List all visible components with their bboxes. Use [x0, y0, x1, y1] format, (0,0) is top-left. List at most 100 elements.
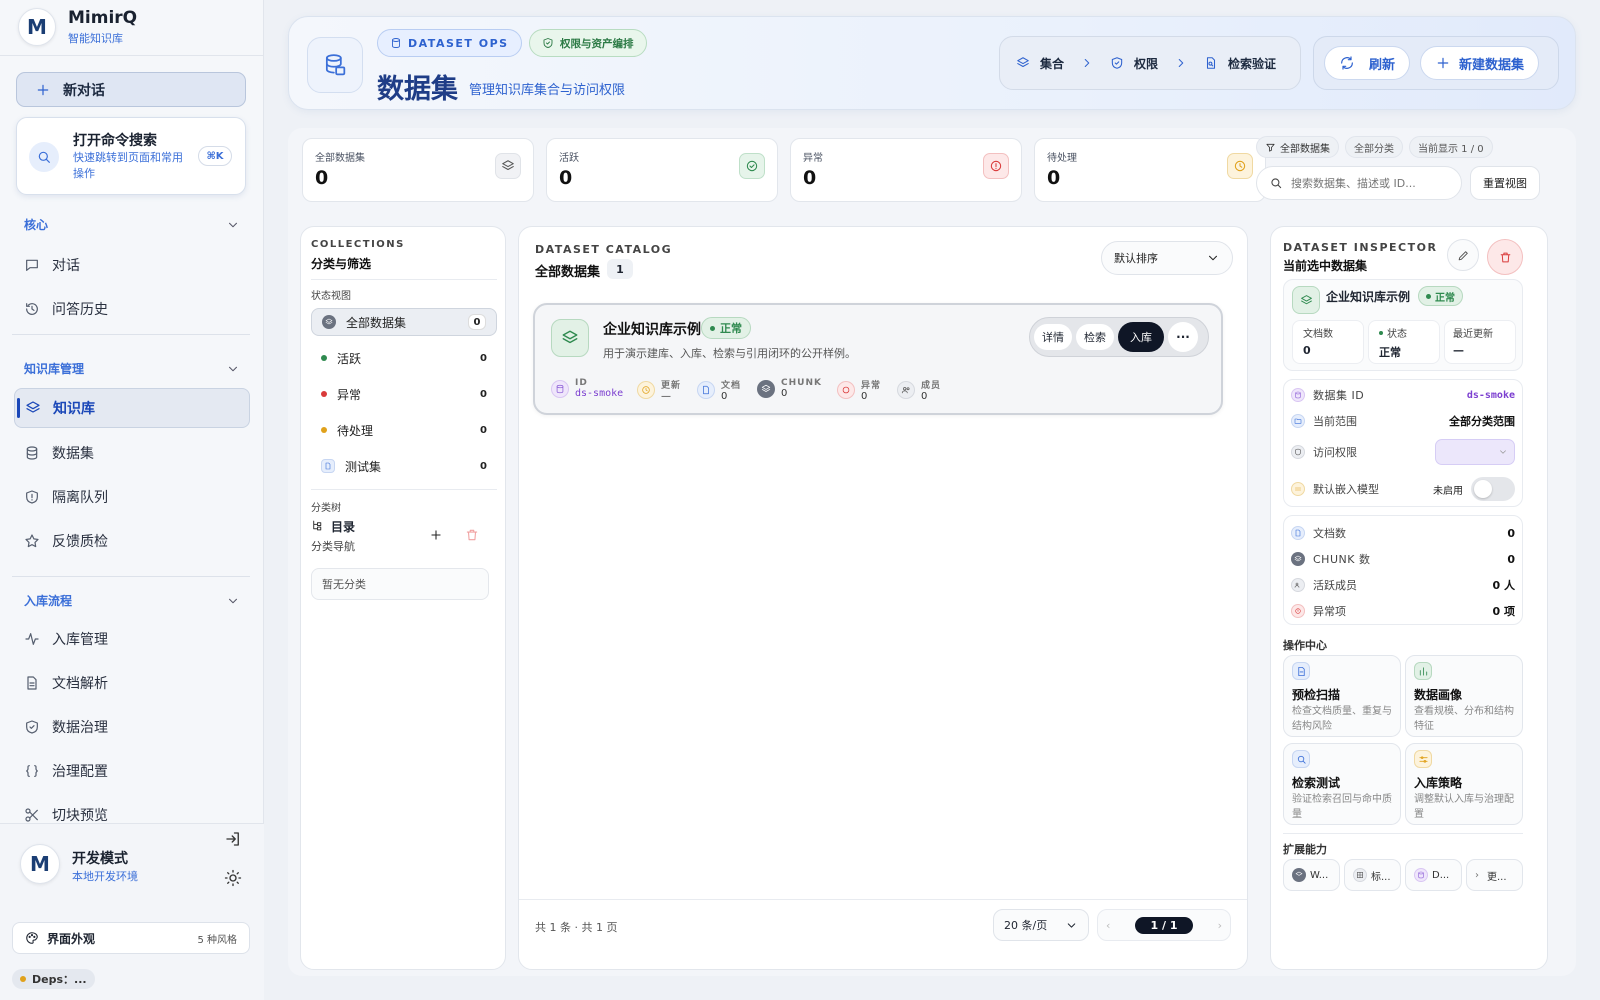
row-access: 访问权限 [1291, 439, 1515, 465]
nav-knowledge-base[interactable]: 知识库 [14, 388, 250, 428]
nav-chat[interactable]: 对话 [24, 247, 240, 283]
deps-badge[interactable]: Deps：... [12, 969, 95, 989]
next-page-icon[interactable]: › [1218, 919, 1222, 932]
op-data-profile[interactable]: 数据画像 查看规模、分布和结构特征 [1405, 655, 1523, 737]
collection-item-error[interactable]: 异常 0 [311, 380, 497, 408]
op-ingest-policy[interactable]: 入库策略 调整默认入库与治理配置 [1405, 743, 1523, 825]
new-dataset-button[interactable]: 新建数据集 [1420, 46, 1540, 80]
chevron-down-icon [1208, 255, 1218, 261]
trash-icon[interactable] [465, 528, 479, 542]
sort-dropdown[interactable]: 默认排序 [1101, 241, 1233, 275]
more-icon[interactable]: ··· [1168, 322, 1198, 352]
nav-doc-parse[interactable]: 文档解析 [24, 665, 240, 701]
stat-card-active[interactable]: 活跃 0 [546, 138, 778, 202]
op-desc: 检查文档质量、重复与结构风险 [1292, 706, 1392, 732]
refresh-icon [1341, 56, 1353, 70]
inspector-panel: DATASET INSPECTOR 当前选中数据集 企业知识库示例 正常 文档数… [1270, 226, 1548, 970]
plus-icon[interactable] [429, 528, 443, 542]
collection-item-pending[interactable]: 待处理 0 [311, 416, 497, 444]
layers-icon [1292, 868, 1306, 882]
nav-gov-config[interactable]: 治理配置 [24, 753, 240, 789]
stat-value: 0 [1047, 167, 1061, 189]
section-ingest-header[interactable]: 入库流程 [24, 592, 240, 609]
nav-history[interactable]: 问答历史 [24, 291, 240, 327]
tree-icon [313, 520, 322, 531]
nav-label: 文档解析 [52, 676, 108, 692]
extension-w[interactable]: W... [1283, 859, 1340, 891]
delete-icon[interactable] [1487, 239, 1523, 275]
section-label: 知识库管理 [24, 362, 85, 376]
crumb-collections[interactable]: 集合 [1040, 55, 1064, 72]
crumb-permissions[interactable]: 权限 [1134, 55, 1158, 72]
nav-ingest[interactable]: 入库管理 [24, 621, 240, 657]
row-value: 全部分类范围 [1449, 415, 1515, 428]
meta-key: 文档 [721, 381, 742, 391]
empty-categories: 暂无分类 [311, 568, 489, 600]
crumb-retrieval[interactable]: 检索验证 [1228, 55, 1276, 72]
prev-page-icon[interactable]: ‹ [1106, 919, 1110, 932]
search-icon [1271, 178, 1282, 189]
stat-card-all[interactable]: 全部数据集 0 [302, 138, 534, 202]
row-key: 文档数 [1313, 527, 1346, 540]
extension-more[interactable]: › 更... [1466, 859, 1523, 891]
deps-label: Deps：... [32, 973, 87, 986]
stat-value: 0 [803, 167, 817, 189]
stat-card-error[interactable]: 异常 0 [790, 138, 1022, 202]
collection-item-all[interactable]: 全部数据集 0 [311, 308, 497, 336]
row-key: 当前范围 [1313, 415, 1357, 428]
page-size-select[interactable]: 20 条/页 [993, 909, 1089, 941]
op-retrieval-test[interactable]: 检索测试 验证检索召回与命中质量 [1283, 743, 1401, 825]
collection-item-testset[interactable]: 测试集 0 [311, 452, 497, 480]
chevron-right-icon [1178, 58, 1184, 68]
section-kb-header[interactable]: 知识库管理 [24, 360, 240, 377]
embedding-toggle[interactable] [1471, 477, 1515, 501]
panel-title: 当前选中数据集 [1283, 259, 1368, 273]
sort-label: 默认排序 [1114, 252, 1158, 265]
section-core-header[interactable]: 核心 [24, 216, 240, 233]
palette-icon [26, 932, 38, 944]
collection-count: 0 [480, 388, 487, 400]
sun-icon[interactable] [224, 869, 242, 887]
new-chat-button[interactable]: 新对话 [16, 72, 246, 107]
stat-card-pending[interactable]: 待处理 0 [1034, 138, 1266, 202]
layers-icon [26, 401, 40, 413]
nav-quarantine[interactable]: 隔离队列 [24, 479, 240, 515]
dataset-desc: 用于演示建库、入库、检索与引用闭环的公开样例。 [603, 347, 856, 360]
ingest-button[interactable]: 入库 [1118, 322, 1164, 352]
nav-datasets[interactable]: 数据集 [24, 435, 240, 471]
detail-button[interactable]: 详情 [1034, 324, 1072, 350]
meta-value: — [661, 391, 671, 402]
access-select[interactable] [1435, 439, 1515, 465]
collection-item-active[interactable]: 活跃 0 [311, 344, 497, 372]
extension-d[interactable]: D... [1405, 859, 1462, 891]
refresh-button[interactable]: 刷新 [1324, 46, 1411, 80]
command-search-card[interactable]: 打开命令搜索 快速跳转到页面和常用操作 ⌘K [16, 117, 246, 195]
star-icon [25, 534, 39, 548]
tree-subtitle: 分类导航 [311, 540, 355, 553]
collection-count: 0 [480, 460, 487, 472]
dataset-card[interactable]: 企业知识库示例 正常 用于演示建库、入库、检索与引用闭环的公开样例。 详情 检索… [533, 303, 1223, 415]
reset-view-button[interactable]: 重置视图 [1470, 166, 1540, 200]
appearance-button[interactable]: 界面外观 5 种风格 [12, 922, 250, 954]
op-title: 检索测试 [1292, 776, 1341, 790]
layers-icon [551, 319, 589, 357]
search-input[interactable] [1291, 176, 1451, 190]
brand-subtitle: 智能知识库 [68, 32, 123, 45]
status-badge: 正常 [1418, 286, 1463, 306]
filter-chip-dataset[interactable]: 全部数据集 [1256, 136, 1339, 158]
search-button[interactable]: 检索 [1076, 324, 1114, 350]
nav-governance[interactable]: 数据治理 [24, 709, 240, 745]
row-key: 活跃成员 [1313, 579, 1357, 592]
nav-feedback[interactable]: 反馈质检 [24, 523, 240, 559]
filter-chip-category[interactable]: 全部分类 [1345, 136, 1403, 158]
brand-logo: M [18, 8, 56, 46]
brand[interactable]: M MimirQ 智能知识库 [18, 8, 137, 46]
collection-label: 异常 [337, 387, 362, 402]
status-dot [20, 976, 26, 982]
extension-tag[interactable]: 标... [1344, 859, 1401, 891]
toggle-knob [1474, 480, 1492, 498]
logout-icon[interactable] [224, 830, 242, 848]
edit-icon[interactable] [1447, 239, 1479, 271]
op-precheck-scan[interactable]: 预检扫描 检查文档质量、重复与结构风险 [1283, 655, 1401, 737]
search-box[interactable] [1256, 166, 1462, 200]
